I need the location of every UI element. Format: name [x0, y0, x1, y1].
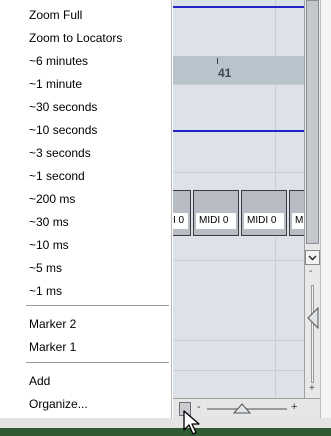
- bar-number: 41: [218, 66, 232, 80]
- vertical-zoom-slider-handle[interactable]: [306, 307, 320, 329]
- grid-line: [173, 370, 304, 371]
- menu-separator: [26, 305, 169, 306]
- menu-item-30-seconds[interactable]: ~30 seconds: [29, 96, 97, 118]
- grid-line: [173, 84, 304, 85]
- zoom-in-icon[interactable]: +: [309, 383, 315, 394]
- menu-item-1-second[interactable]: ~1 second: [29, 165, 85, 187]
- grid-line: [173, 260, 304, 261]
- menu-item-200-ms[interactable]: ~200 ms: [29, 188, 75, 210]
- menu-item-1-minute[interactable]: ~1 minute: [29, 73, 82, 95]
- grid-line: [173, 340, 304, 341]
- menu-item-organize[interactable]: Organize...: [29, 393, 88, 415]
- track-separator-line: [173, 130, 304, 132]
- midi-part-label: M: [292, 213, 304, 229]
- zoom-out-icon[interactable]: -: [309, 266, 312, 277]
- menu-item-zoom-to-locators[interactable]: Zoom to Locators: [29, 27, 122, 49]
- midi-part-label: MIDI 0: [196, 213, 236, 229]
- menu-item-10-ms[interactable]: ~10 ms: [29, 234, 69, 256]
- horizontal-zoom-slider-handle[interactable]: [233, 402, 251, 415]
- scroll-down-button[interactable]: [305, 250, 320, 265]
- status-bar: [0, 428, 331, 436]
- vertical-scroll-thumb[interactable]: [306, 0, 319, 244]
- vertical-scrollbar[interactable]: - +: [304, 0, 321, 398]
- menu-item-marker-2[interactable]: Marker 2: [29, 313, 76, 335]
- midi-part-label: I 0: [173, 213, 188, 229]
- track-separator-line: [173, 6, 304, 8]
- midi-part[interactable]: MIDI 0: [241, 190, 287, 236]
- menu-item-30-ms[interactable]: ~30 ms: [29, 211, 69, 233]
- locator-range[interactable]: 41: [173, 56, 304, 84]
- chevron-down-icon: [308, 255, 317, 261]
- zoom-context-menu: Zoom Full Zoom to Locators ~6 minutes ~1…: [0, 0, 172, 418]
- menu-item-10-seconds[interactable]: ~10 seconds: [29, 119, 97, 141]
- vertical-zoom-track[interactable]: [311, 285, 314, 383]
- window-edge: [320, 0, 331, 418]
- menu-item-5-ms[interactable]: ~5 ms: [29, 257, 62, 279]
- horizontal-zoom-in-icon[interactable]: +: [291, 401, 297, 413]
- mouse-cursor-icon: [183, 410, 200, 435]
- menu-item-6-minutes[interactable]: ~6 minutes: [29, 50, 88, 72]
- menu-separator: [26, 362, 169, 363]
- event-display[interactable]: 41 I 0 MIDI 0 MIDI 0 M: [173, 0, 304, 398]
- menu-item-marker-1[interactable]: Marker 1: [29, 336, 76, 358]
- midi-part[interactable]: I 0: [173, 190, 191, 236]
- menu-item-1-ms[interactable]: ~1 ms: [29, 280, 62, 302]
- grid-line: [173, 172, 304, 173]
- midi-part-label: MIDI 0: [244, 213, 284, 229]
- menu-item-zoom-full[interactable]: Zoom Full: [29, 4, 82, 26]
- menu-item-add[interactable]: Add: [29, 370, 50, 392]
- midi-part[interactable]: MIDI 0: [193, 190, 239, 236]
- menu-item-3-seconds[interactable]: ~3 seconds: [29, 142, 91, 164]
- bar-tick: [217, 58, 218, 64]
- midi-part[interactable]: M: [289, 190, 304, 236]
